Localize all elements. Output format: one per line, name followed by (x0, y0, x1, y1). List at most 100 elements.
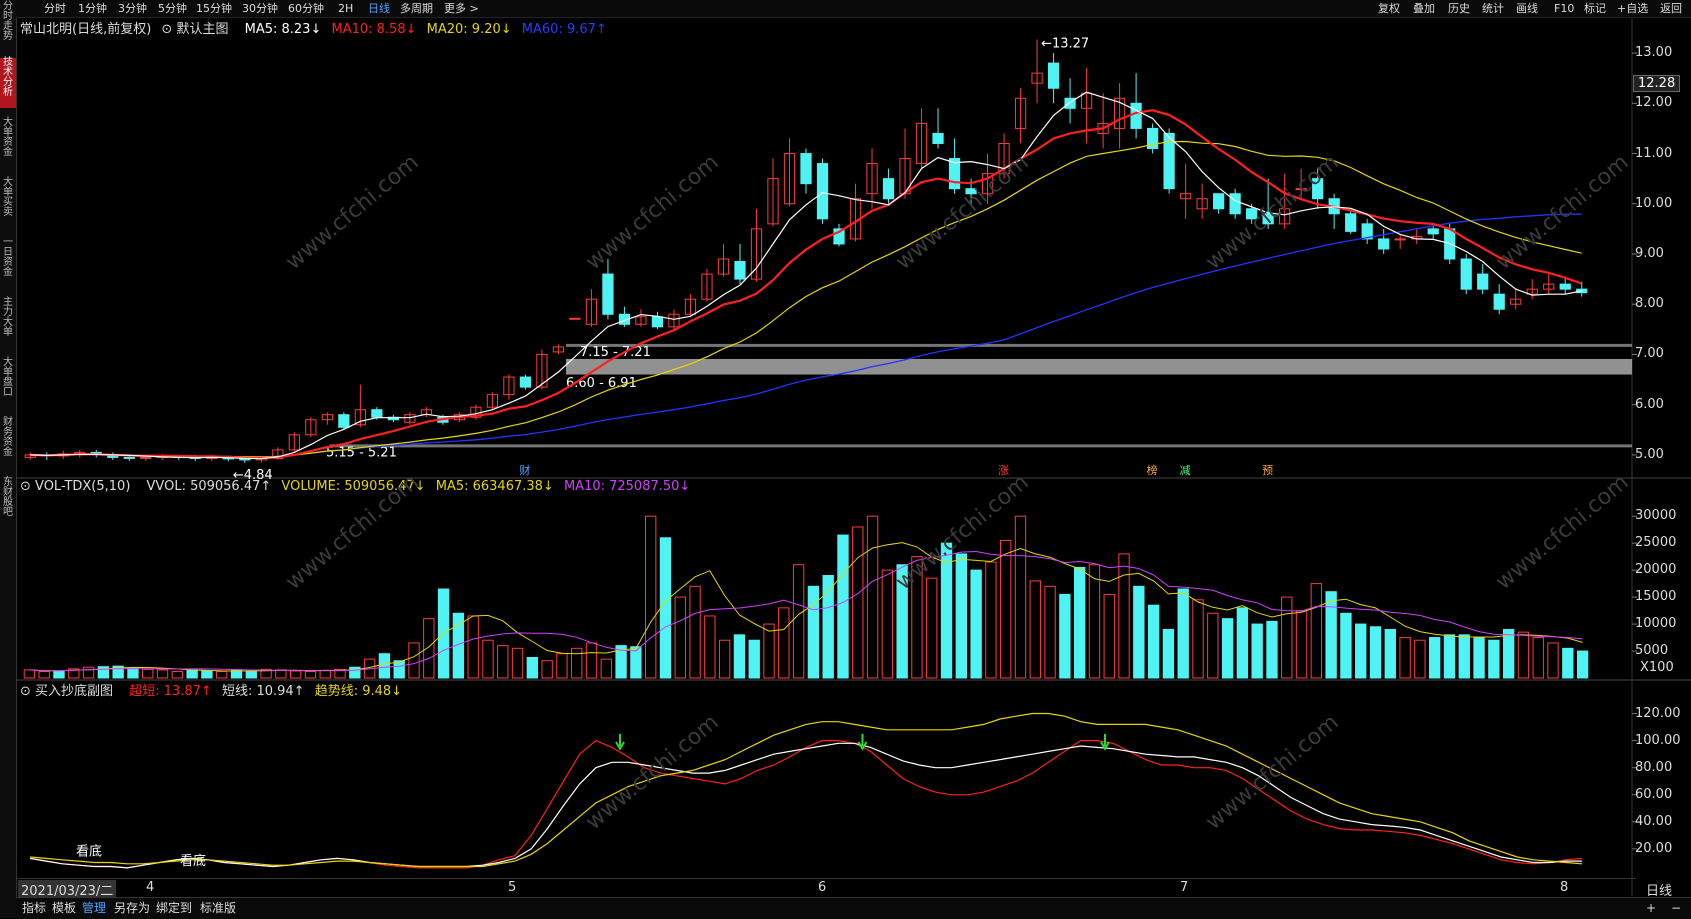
volume-axis-tick: 10000 (1635, 616, 1677, 632)
candle (800, 153, 812, 185)
volume-bar (408, 642, 420, 679)
volume-bar (186, 669, 198, 679)
volume-bar (911, 556, 923, 679)
volume-bar (304, 671, 317, 679)
peak-price-label: ←13.27 (1041, 37, 1089, 52)
volume-bar (659, 537, 672, 679)
volume-bar (807, 585, 820, 679)
indicator-axis-tick: 80.00 (1635, 759, 1673, 775)
volume-bar (38, 671, 50, 679)
bind-to-button[interactable]: 绑定到 (156, 898, 192, 919)
volume-bar (733, 634, 746, 679)
volume-bar (1295, 610, 1308, 679)
candle (1229, 193, 1241, 215)
price-axis-tick: 7.00 (1635, 346, 1664, 362)
candle (932, 132, 944, 144)
candle (1477, 273, 1489, 290)
standard-edition-button[interactable]: 标准版 (200, 898, 236, 919)
volume-bar (482, 639, 494, 679)
candle (1427, 228, 1439, 235)
event-marker: 减 (1180, 464, 1191, 477)
price-axis-tick: 9.00 (1635, 245, 1664, 261)
month-6: 6 (818, 880, 827, 895)
volume-bar (689, 585, 701, 679)
volume-bar (1502, 628, 1515, 679)
volume-bar (1014, 515, 1027, 679)
candle (1394, 238, 1406, 241)
event-marker: 预 (1262, 464, 1273, 477)
volume-bar (1162, 628, 1175, 679)
volume-bar (645, 515, 657, 679)
volume-bar (1133, 585, 1145, 679)
volume-bar (985, 561, 997, 679)
volume-bar (837, 534, 849, 679)
volume-bar (822, 575, 834, 679)
zoom-in-button[interactable]: + (1646, 898, 1656, 919)
volume-bar (1310, 583, 1323, 679)
volume-bar (1088, 564, 1101, 679)
volume-bar (763, 623, 775, 679)
candle (1460, 258, 1472, 290)
month-8: 8 (1560, 880, 1569, 895)
volume-bar (585, 642, 598, 679)
manage-button[interactable]: 管理 (82, 898, 106, 919)
volume-bar (926, 577, 938, 679)
indicator-button[interactable]: 指标 (22, 898, 46, 919)
support-zone-label: 6.60 - 6.91 (566, 376, 637, 391)
price-axis-tick: 11.00 (1635, 145, 1673, 161)
volume-axis-tick: 20000 (1635, 562, 1677, 578)
volume-bar (1103, 593, 1115, 679)
volume-bar (778, 607, 790, 679)
volume-bar (571, 647, 583, 679)
volume-bar (630, 646, 642, 679)
candle (651, 316, 664, 328)
volume-bar (245, 670, 257, 679)
support-zone (330, 444, 1632, 448)
volume-bar (1576, 650, 1589, 679)
candle (1345, 213, 1357, 232)
volume-bar (82, 666, 95, 679)
price-axis-tick: 10.00 (1635, 195, 1673, 211)
volume-bar (23, 669, 36, 679)
volume-axis-tick: 5000 (1635, 643, 1669, 659)
volume-bar (1399, 637, 1411, 679)
zoom-out-button[interactable]: − (1671, 898, 1681, 919)
candle (734, 261, 746, 280)
chart-canvas[interactable]: 7.15 - 7.216.60 - 6.915.15 - 5.21←13.27←… (0, 0, 1691, 918)
candle (882, 178, 895, 200)
volume-bar (1281, 596, 1293, 679)
volume-bar (1059, 593, 1071, 679)
volume-bar (1000, 539, 1012, 679)
volume-bar (423, 618, 435, 679)
volume-bar (852, 526, 864, 679)
volume-axis-tick: 15000 (1635, 589, 1677, 605)
volume-bar (319, 669, 331, 679)
volume-axis-tick: 30000 (1635, 508, 1677, 524)
volume-bar (955, 553, 967, 679)
template-button[interactable]: 模板 (52, 898, 76, 919)
current-price-tag: 12.28 (1633, 75, 1681, 92)
volume-bar (216, 671, 228, 679)
volume-bar (1029, 580, 1041, 679)
volume-bar (1458, 634, 1470, 679)
indicator-axis-tick: 40.00 (1635, 813, 1673, 829)
candle (1213, 193, 1225, 210)
volume-bar (1192, 599, 1204, 679)
volume-bar (1221, 618, 1234, 679)
super-short-line (30, 739, 1582, 869)
candle (371, 409, 383, 418)
bottom-label: 看底 (180, 853, 206, 869)
candle (1312, 178, 1324, 200)
volume-bar (1177, 588, 1189, 679)
event-marker: 涨 (998, 464, 1009, 477)
volume-bar (171, 671, 183, 679)
candle (1295, 188, 1307, 191)
volume-bar (230, 669, 243, 679)
volume-bar (511, 647, 524, 679)
save-as-button[interactable]: 另存为 (114, 898, 150, 919)
volume-bar (393, 660, 405, 679)
volume-bar (1044, 585, 1056, 679)
volume-bar (497, 645, 509, 679)
trend-line (30, 712, 1582, 868)
volume-bar (970, 569, 982, 679)
